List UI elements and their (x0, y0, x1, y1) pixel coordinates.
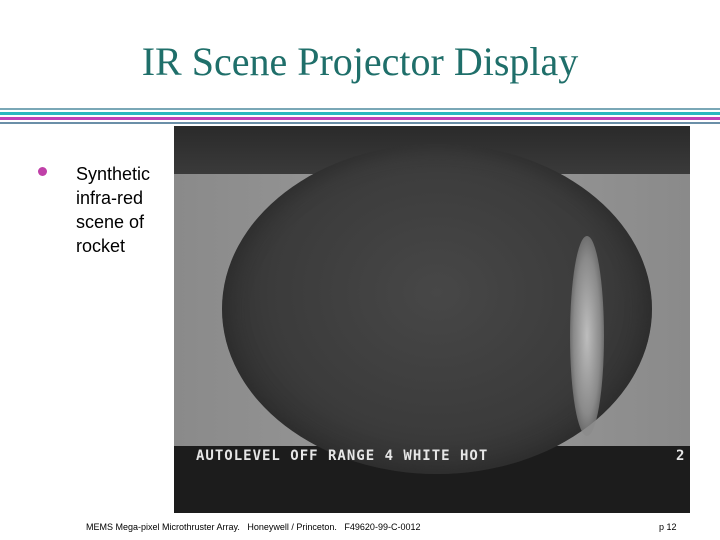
bullet-text: Synthetic infra-red scene of rocket (76, 164, 151, 256)
title-rule (0, 117, 720, 120)
bullet-icon (38, 167, 47, 176)
ir-rocket-image: AUTOLEVEL OFF RANGE 4 WHITE HOT 2 (174, 126, 690, 513)
slide-title: IR Scene Projector Display (141, 39, 579, 84)
rocket-glow (570, 236, 604, 436)
title-rule (0, 108, 720, 110)
footer-citation: MEMS Mega-pixel Microthruster Array. Hon… (86, 522, 421, 532)
title-rule (0, 122, 720, 124)
ir-status-overlay: AUTOLEVEL OFF RANGE 4 WHITE HOT (196, 448, 489, 464)
page-number: p 12 (659, 522, 677, 532)
title-rule (0, 112, 720, 115)
ir-status-overlay-right: 2 (676, 448, 685, 464)
